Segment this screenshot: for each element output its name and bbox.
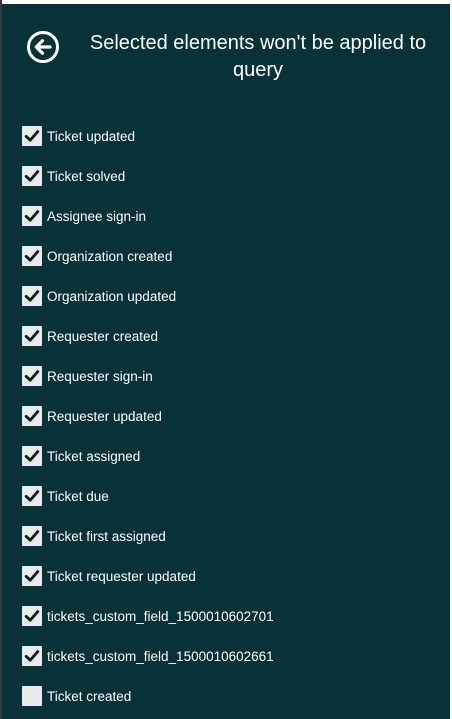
- list-item[interactable]: Organization created: [2, 236, 450, 276]
- list-item-label: Requester sign-in: [47, 368, 153, 384]
- checkmark-icon: [24, 210, 40, 222]
- exclusion-panel: Selected elements won't be applied to qu…: [2, 4, 450, 719]
- checkmark-icon: [24, 650, 40, 662]
- checkmark-icon: [24, 530, 40, 542]
- list-item[interactable]: Ticket first assigned: [2, 516, 450, 556]
- checkbox-checked[interactable]: [22, 646, 42, 666]
- list-item[interactable]: Organization updated: [2, 276, 450, 316]
- checkbox-checked[interactable]: [22, 446, 42, 466]
- list-item-label: Ticket due: [47, 488, 109, 504]
- checkmark-icon: [24, 490, 40, 502]
- list-item-label: Ticket solved: [47, 168, 126, 184]
- event-checkbox-list: Ticket updated Ticket solved Assignee sign…: [2, 116, 450, 716]
- list-item-label: Ticket requester updated: [47, 568, 196, 584]
- list-item-label: Organization updated: [47, 288, 177, 304]
- checkbox-checked[interactable]: [22, 326, 42, 346]
- list-item[interactable]: Assignee sign-in: [2, 196, 450, 236]
- checkbox-checked[interactable]: [22, 366, 42, 386]
- list-item-label: Assignee sign-in: [47, 208, 147, 224]
- list-item[interactable]: Requester updated: [2, 396, 450, 436]
- list-item-label: Requester created: [47, 328, 159, 344]
- panel-header: Selected elements won't be applied to qu…: [2, 4, 450, 94]
- checkmark-icon: [24, 290, 40, 302]
- list-item[interactable]: Requester sign-in: [2, 356, 450, 396]
- checkmark-icon: [24, 250, 40, 262]
- list-item[interactable]: Ticket due: [2, 476, 450, 516]
- list-item-label: Ticket updated: [47, 128, 136, 144]
- list-item-label: Ticket first assigned: [47, 528, 166, 544]
- checkmark-icon: [24, 610, 40, 622]
- list-item[interactable]: Ticket created: [2, 676, 450, 716]
- checkbox-checked[interactable]: [22, 246, 42, 266]
- checkbox-checked[interactable]: [22, 406, 42, 426]
- checkbox-checked[interactable]: [22, 566, 42, 586]
- checkmark-icon: [24, 170, 40, 182]
- checkbox-unchecked[interactable]: [22, 686, 42, 706]
- list-item-label: Ticket assigned: [47, 448, 141, 464]
- list-item[interactable]: tickets_custom_field_1500010602661: [2, 636, 450, 676]
- checkbox-checked[interactable]: [22, 526, 42, 546]
- back-button[interactable]: [26, 30, 60, 64]
- list-item[interactable]: Requester created: [2, 316, 450, 356]
- list-item-label: Organization created: [47, 248, 173, 264]
- list-item[interactable]: Ticket updated: [2, 116, 450, 156]
- checkbox-checked[interactable]: [22, 126, 42, 146]
- checkbox-checked[interactable]: [22, 286, 42, 306]
- checkbox-checked[interactable]: [22, 206, 42, 226]
- list-item-label: Requester updated: [47, 408, 162, 424]
- list-item[interactable]: tickets_custom_field_1500010602701: [2, 596, 450, 636]
- checkmark-icon: [24, 410, 40, 422]
- checkbox-checked[interactable]: [22, 486, 42, 506]
- list-item[interactable]: Ticket requester updated: [2, 556, 450, 596]
- checkmark-icon: [24, 370, 40, 382]
- checkmark-icon: [24, 330, 40, 342]
- checkmark-icon: [24, 450, 40, 462]
- list-item-label: Ticket created: [47, 688, 132, 704]
- checkbox-checked[interactable]: [22, 606, 42, 626]
- list-item[interactable]: Ticket solved: [2, 156, 450, 196]
- panel-title: Selected elements won't be applied to qu…: [89, 32, 427, 81]
- list-item[interactable]: Ticket assigned: [2, 436, 450, 476]
- list-item-label: tickets_custom_field_1500010602701: [47, 608, 274, 624]
- arrow-left-circle-icon: [27, 31, 59, 63]
- checkmark-icon: [24, 130, 40, 142]
- checkbox-checked[interactable]: [22, 166, 42, 186]
- list-item-label: tickets_custom_field_1500010602661: [47, 648, 274, 664]
- checkmark-icon: [24, 570, 40, 582]
